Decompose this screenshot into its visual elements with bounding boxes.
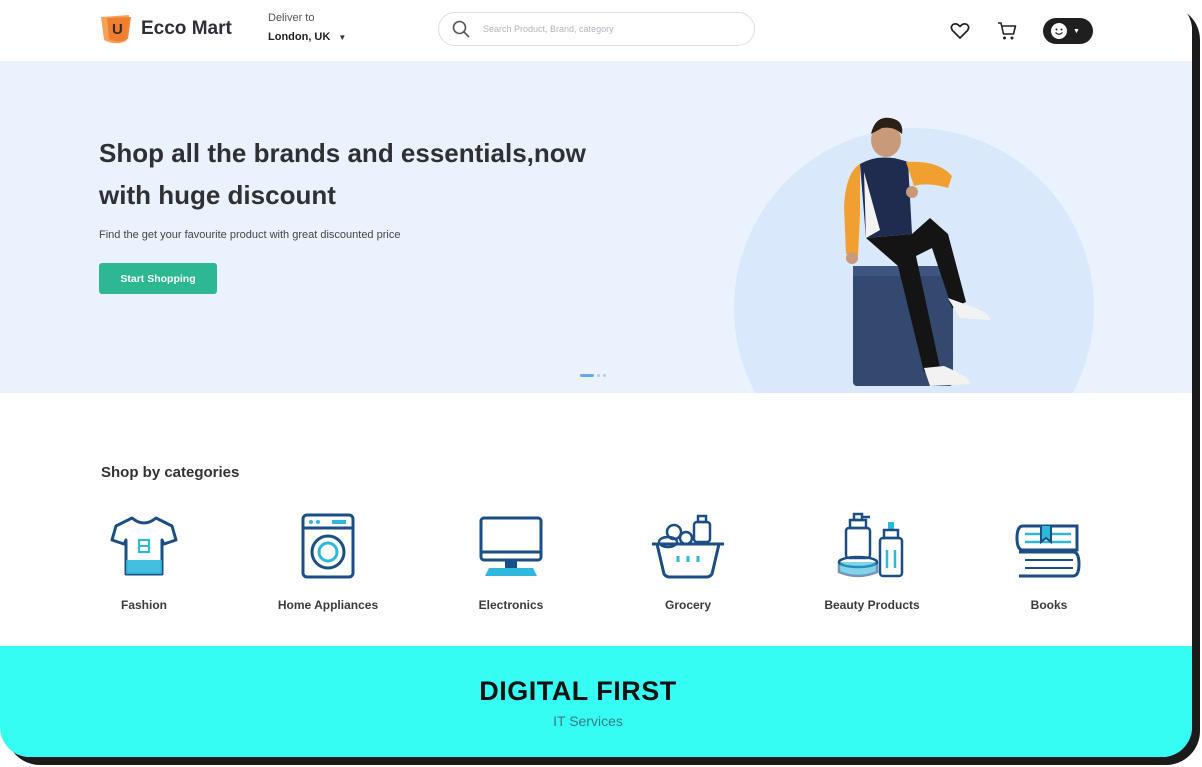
app-card: U Ecco Mart Deliver to London, UK ▼ Sear…: [0, 0, 1192, 757]
hero-banner: Shop all the brands and essentials,now w…: [0, 62, 1192, 393]
category-beauty-products[interactable]: Beauty Products: [792, 512, 952, 612]
screenshot-frame: U Ecco Mart Deliver to London, UK ▼ Sear…: [0, 0, 1202, 767]
search-icon: [452, 20, 470, 38]
start-shopping-button[interactable]: Start Shopping: [99, 263, 217, 294]
basket-icon: [652, 514, 724, 579]
category-label: Electronics: [478, 598, 544, 612]
category-label: Home Appliances: [277, 598, 379, 612]
category-fashion[interactable]: Fashion: [64, 512, 224, 612]
deliver-label: Deliver to: [268, 12, 315, 24]
band-title: DIGITAL FIRST: [479, 676, 677, 706]
category-label: Grocery: [664, 598, 712, 612]
books-icon: [1015, 524, 1081, 578]
user-menu-button[interactable]: ▼: [1043, 18, 1093, 44]
chevron-down-icon: ▼: [1073, 27, 1080, 35]
category-books[interactable]: Books: [969, 512, 1129, 612]
washing-machine-icon: [301, 513, 355, 579]
deliver-location[interactable]: London, UK ▼: [268, 31, 346, 43]
monitor-icon: [479, 516, 543, 576]
top-header: U Ecco Mart Deliver to London, UK ▼ Sear…: [0, 0, 1192, 62]
categories-heading: Shop by categories: [101, 464, 240, 481]
hero-subtitle: Find the get your favourite product with…: [99, 229, 401, 241]
band-subtitle: IT Services: [553, 713, 623, 729]
cosmetics-icon: [837, 512, 904, 578]
logo-icon: U: [99, 13, 133, 45]
carousel-indicator[interactable]: [580, 374, 606, 377]
chevron-down-icon: ▼: [338, 32, 347, 42]
category-electronics[interactable]: Electronics: [431, 512, 591, 612]
hero-title: Shop all the brands and essentials,now w…: [99, 138, 586, 210]
category-label: Fashion: [120, 598, 167, 612]
carousel-dot[interactable]: [597, 374, 600, 377]
category-label: Beauty Products: [824, 598, 920, 612]
category-grocery[interactable]: Grocery: [608, 512, 768, 612]
category-list: Fashion Home Appliances Electronics Groc…: [0, 512, 1192, 632]
tshirt-icon: [110, 516, 178, 576]
user-avatar-icon: [1051, 23, 1067, 39]
carousel-dot[interactable]: [580, 374, 594, 377]
search-input[interactable]: [483, 24, 743, 34]
carousel-dot[interactable]: [603, 374, 606, 377]
category-label: Books: [1030, 598, 1068, 612]
deliver-to-selector[interactable]: Deliver to London, UK ▼: [268, 12, 346, 43]
branding-band: DIGITAL FIRST IT Services: [0, 646, 1192, 757]
search-bar[interactable]: [438, 12, 755, 46]
heart-icon[interactable]: [949, 20, 971, 42]
deliver-location-text: London, UK: [268, 31, 331, 43]
cart-icon[interactable]: [996, 20, 1018, 42]
category-home-appliances[interactable]: Home Appliances: [248, 512, 408, 612]
hero-model-image: [844, 117, 991, 386]
brand-logo[interactable]: U Ecco Mart: [99, 13, 232, 45]
brand-name: Ecco Mart: [141, 18, 232, 39]
svg-text:U: U: [112, 21, 123, 38]
